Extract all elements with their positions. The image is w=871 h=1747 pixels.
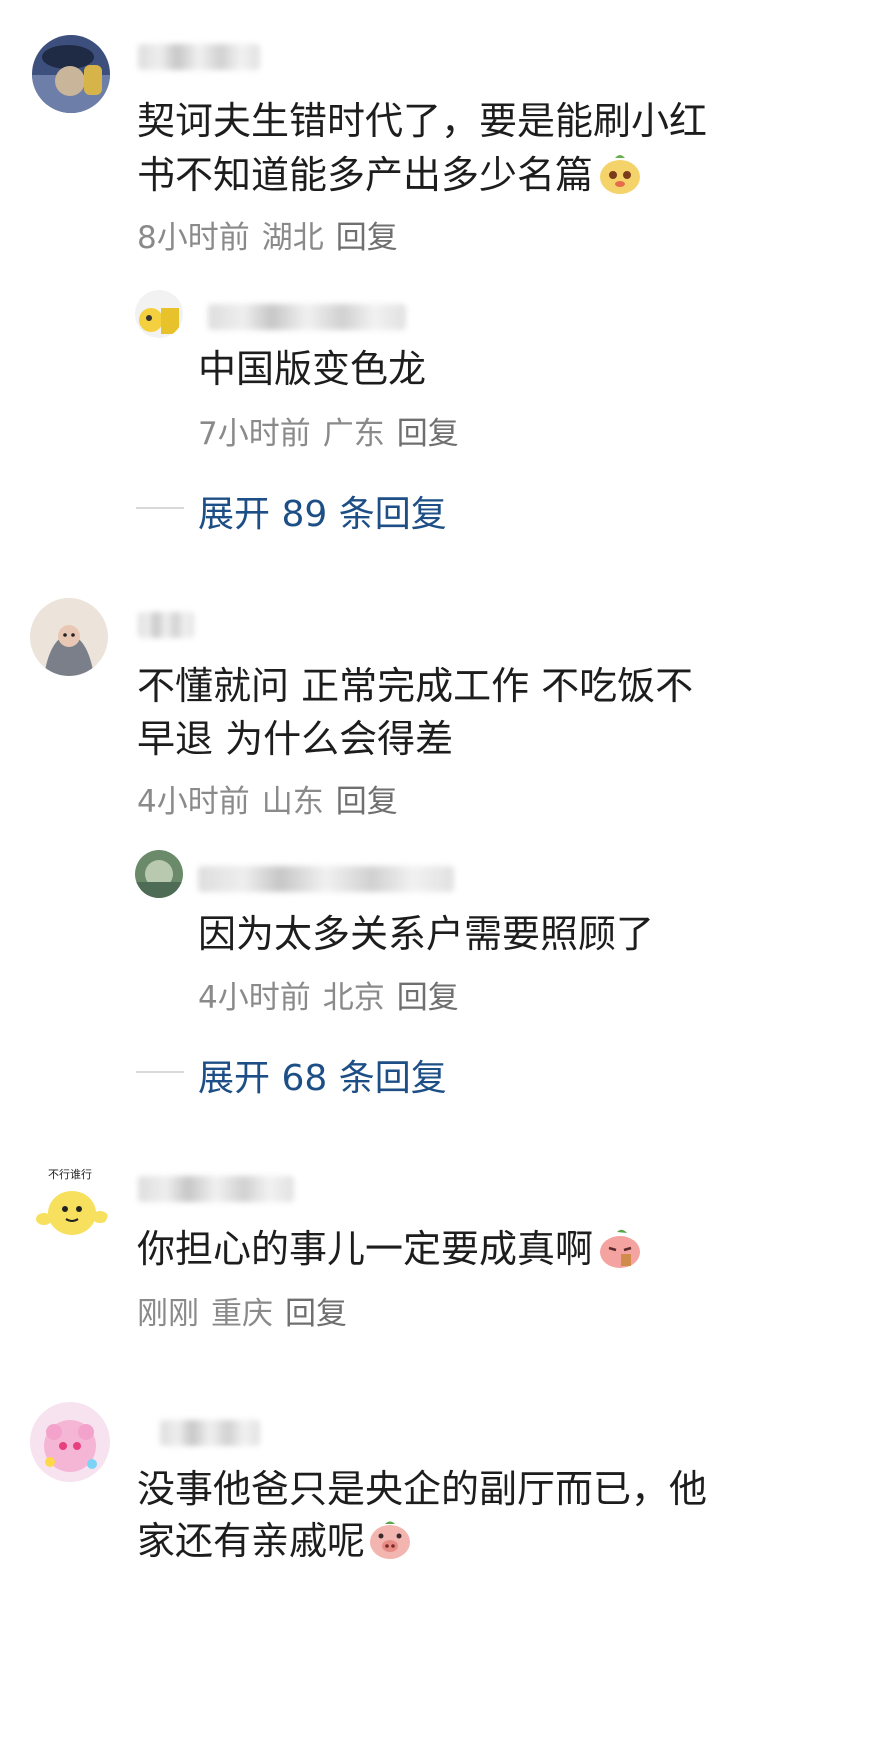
reply-button[interactable]: 回复 <box>336 220 398 256</box>
avatar[interactable] <box>32 35 110 113</box>
comment-meta: 4小时前 山东 回复 <box>137 776 410 821</box>
comment-text: 不懂就问 正常完成工作 不吃饭不 <box>137 664 694 708</box>
reply-button[interactable]: 回复 <box>397 980 459 1016</box>
location: 山东 <box>261 784 324 820</box>
username-blurred[interactable] <box>198 866 454 892</box>
expand-divider <box>136 1071 184 1073</box>
avatar[interactable] <box>135 850 183 898</box>
comment-text: 你担心的事儿一定要成真啊 <box>137 1220 643 1278</box>
timestamp: 4小时前 <box>198 980 311 1016</box>
timestamp: 8小时前 <box>137 220 250 256</box>
reply-text: 因为太多关系户需要照顾了 <box>198 912 655 956</box>
avatar[interactable] <box>30 1402 110 1482</box>
username-blurred[interactable] <box>138 1176 294 1202</box>
avatar-caption: 不行谁行 <box>48 1168 92 1181</box>
reply-text: 中国版变色龙 <box>198 347 427 391</box>
avatar[interactable] <box>30 598 108 676</box>
timestamp: 7小时前 <box>198 416 311 452</box>
timestamp: 刚刚 <box>137 1296 199 1332</box>
comment-meta: 刚刚 重庆 回复 <box>137 1288 359 1333</box>
reply-meta: 4小时前 北京 回复 <box>198 972 471 1017</box>
expand-replies-link[interactable]: 展开 68 条回复 <box>198 1049 447 1101</box>
location: 湖北 <box>261 220 324 256</box>
comment-text: 家还有亲戚呢 <box>137 1512 413 1570</box>
location: 北京 <box>322 980 385 1016</box>
location: 重庆 <box>211 1296 273 1332</box>
avatar[interactable]: 不行谁行 <box>30 1163 110 1243</box>
expand-replies-link[interactable]: 展开 89 条回复 <box>198 485 447 537</box>
username-blurred[interactable] <box>138 44 260 70</box>
expand-divider <box>136 507 184 509</box>
reply-button[interactable]: 回复 <box>397 416 459 452</box>
timestamp: 4小时前 <box>137 784 250 820</box>
location: 广东 <box>322 416 385 452</box>
reply-button[interactable]: 回复 <box>285 1296 347 1332</box>
username-blurred[interactable] <box>160 1420 260 1446</box>
comment-text: 没事他爸只是央企的副厅而已，他 <box>137 1467 708 1511</box>
comment-text: 契诃夫生错时代了，要是能刷小红 <box>137 99 708 143</box>
comment-text: 早退 为什么会得差 <box>137 717 454 761</box>
peach-face-emoji-icon <box>600 155 641 194</box>
username-blurred[interactable] <box>208 304 406 330</box>
username-blurred[interactable] <box>138 612 194 638</box>
reply-meta: 7小时前 广东 回复 <box>198 408 471 453</box>
crying-peach-emoji-icon <box>600 1229 641 1268</box>
reply-button[interactable]: 回复 <box>336 784 398 820</box>
comment-meta: 8小时前 湖北 回复 <box>137 212 410 257</box>
pig-face-emoji-icon <box>370 1521 411 1559</box>
avatar[interactable] <box>135 290 183 338</box>
comment-text: 书不知道能多产出多少名篇 <box>137 146 643 204</box>
